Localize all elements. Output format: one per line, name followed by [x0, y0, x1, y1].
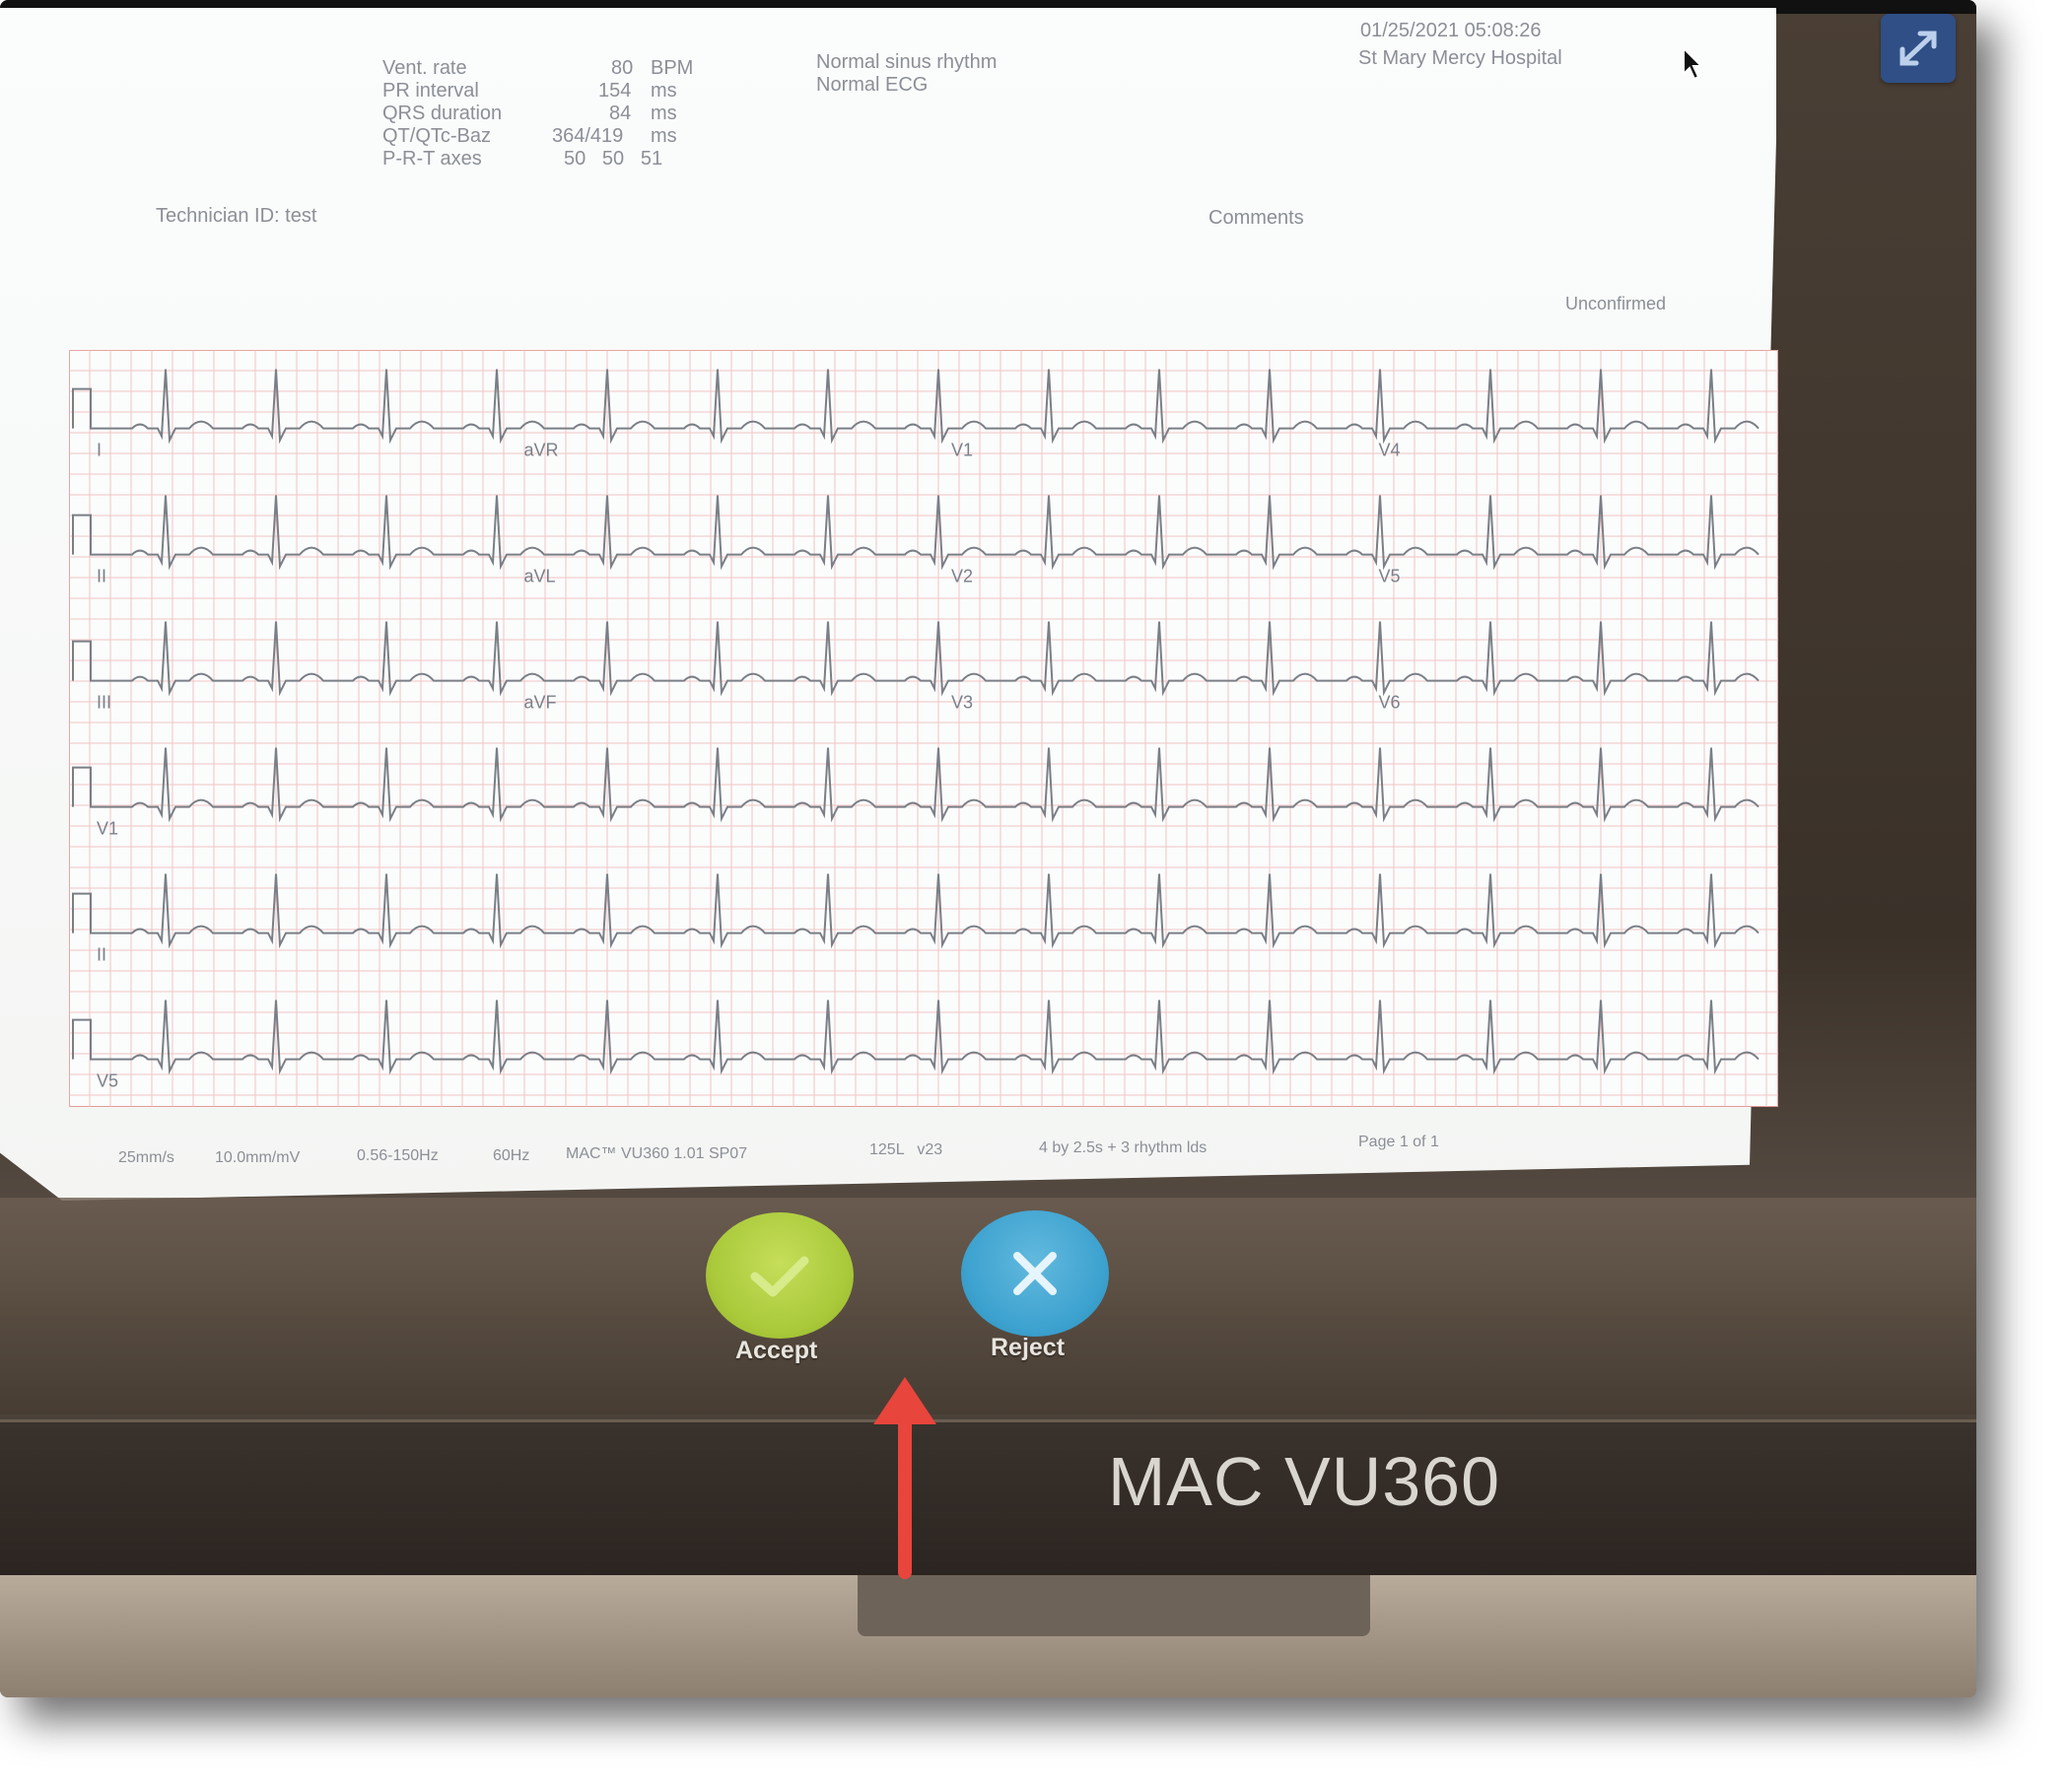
lead-label: V2: [951, 567, 973, 586]
device-bezel: [0, 1419, 1976, 1580]
lead-label: V1: [97, 819, 118, 839]
gain: 10.0mm/mV: [215, 1149, 301, 1166]
measurement-label: QRS duration: [382, 103, 503, 124]
device-brand: MAC VU360: [1108, 1443, 1501, 1520]
accept-button[interactable]: [706, 1212, 854, 1339]
measurement-label: QT/QTc-Baz: [382, 125, 492, 147]
measurement-label: Vent. rate: [382, 57, 467, 79]
interpretation-line: Normal sinus rhythm: [816, 51, 998, 73]
comments-label: Comments: [1208, 207, 1304, 229]
measurement-value: 80: [611, 57, 634, 79]
measurement-label: PR interval: [382, 80, 479, 102]
measurement-value: 154: [598, 80, 632, 102]
device-photo: Vent. rate 80 BPM PR interval 154 ms QRS…: [0, 0, 1976, 1697]
confirmation-status: Unconfirmed: [1565, 294, 1667, 313]
lead-label: V6: [1379, 693, 1401, 713]
measurement-value: 50 50 51: [564, 148, 663, 170]
reject-button[interactable]: [961, 1210, 1109, 1337]
measurement-value: 84: [609, 103, 632, 124]
measurement-label: P-R-T axes: [382, 148, 482, 170]
lead-label: V4: [1379, 441, 1401, 460]
reject-label: Reject: [991, 1334, 1066, 1361]
paper-slot: [858, 1575, 1370, 1636]
paper-speed: 25mm/s: [118, 1149, 174, 1166]
measurement-unit: ms: [651, 80, 677, 102]
lead-label: aVL: [524, 567, 556, 586]
red-up-arrow-icon: [873, 1377, 936, 1579]
filter: 0.56-150Hz: [357, 1147, 439, 1164]
measurement-value: 364/419: [552, 125, 624, 147]
lead-label: aVR: [524, 441, 559, 460]
checkmark-icon: [750, 1256, 809, 1297]
lead-label: III: [97, 693, 111, 713]
page-number: Page 1 of 1: [1358, 1134, 1439, 1150]
hospital-name: St Mary Mercy Hospital: [1358, 47, 1562, 69]
misc-code: 125L v23: [869, 1141, 943, 1158]
lead-label: II: [97, 567, 106, 586]
lead-label: II: [97, 945, 106, 965]
lead-label: V5: [1379, 567, 1401, 586]
notch: 60Hz: [493, 1147, 530, 1164]
lead-label: V3: [951, 693, 973, 713]
measurement-unit: ms: [651, 103, 677, 124]
lead-format: 4 by 2.5s + 3 rhythm lds: [1039, 1139, 1208, 1156]
grid-border: [69, 350, 1778, 1107]
technician-id: Technician ID: test: [156, 205, 317, 227]
expand-icon: [1899, 31, 1937, 66]
lead-label: I: [97, 441, 102, 460]
device-version: MAC™ VU360 1.01 SP07: [566, 1145, 748, 1162]
measurement-unit: BPM: [651, 57, 694, 79]
mouse-pointer-icon: [1683, 46, 1704, 81]
ecg-waveform-grid: IaVR V1 V4 II aVL V2 V5 III aVF V3 V6 V1 II V5: [69, 350, 1778, 1107]
interpretation-line: Normal ECG: [816, 74, 929, 96]
accept-label: Accept: [735, 1337, 818, 1364]
expand-button[interactable]: [1881, 14, 1956, 83]
close-icon: [1013, 1252, 1057, 1295]
report-datetime: 01/25/2021 05:08:26: [1360, 20, 1542, 41]
lead-label: V5: [97, 1071, 118, 1091]
lead-label: aVF: [524, 693, 557, 713]
measurement-unit: ms: [651, 125, 677, 147]
lead-label: V1: [951, 441, 973, 460]
